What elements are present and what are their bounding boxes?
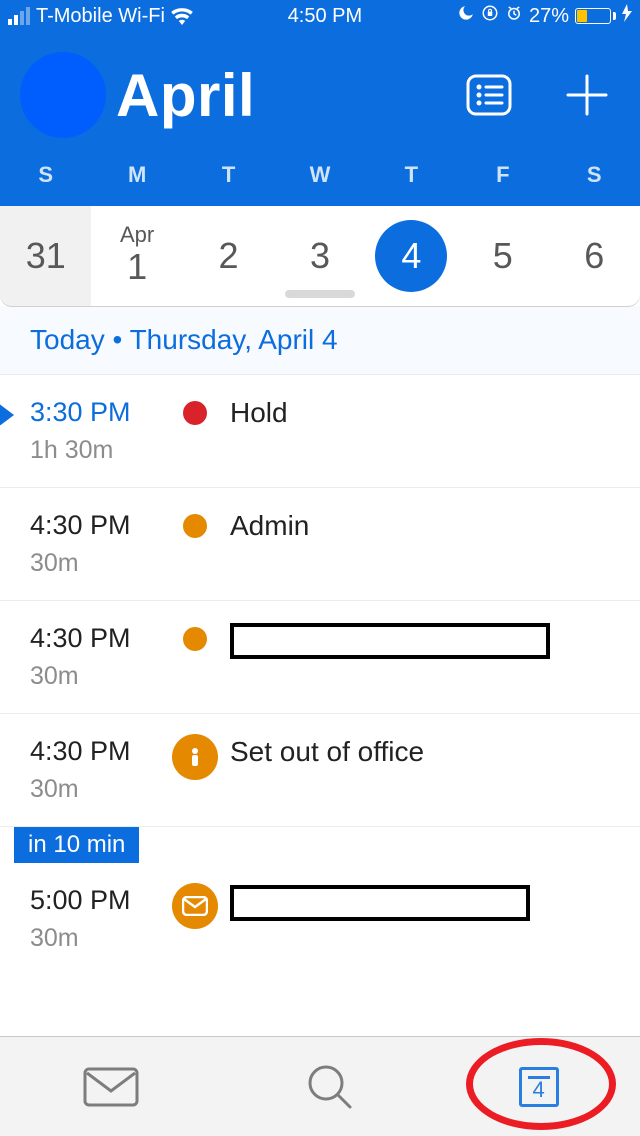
moon-icon (457, 4, 475, 28)
calendar-header: April S M T W T F S (0, 32, 640, 206)
lock-rotation-icon (481, 4, 499, 28)
weekday-label: W (274, 162, 365, 188)
event-duration: 30m (30, 662, 160, 691)
event-time: 4:30 PM (30, 623, 160, 654)
today-label: Today • Thursday, April 4 (0, 306, 640, 375)
event-time: 3:30 PM (30, 397, 160, 428)
info-badge-icon (172, 734, 218, 780)
date-cell[interactable]: 5 (457, 206, 548, 306)
date-cell[interactable]: 2 (183, 206, 274, 306)
now-indicator-icon (0, 403, 14, 427)
event-time: 4:30 PM (30, 736, 160, 767)
event-duration: 30m (30, 924, 160, 953)
weekday-row: S M T W T F S (0, 158, 640, 206)
redacted-box (230, 623, 550, 659)
redacted-box (230, 885, 530, 921)
event-row[interactable]: 5:00 PM 30m (0, 863, 640, 975)
tab-search[interactable] (304, 1061, 356, 1113)
month-title[interactable]: April (116, 61, 255, 130)
battery-icon (575, 8, 616, 24)
event-title: Hold (230, 397, 614, 429)
drag-handle-icon[interactable] (285, 290, 355, 298)
date-strip[interactable]: 31 Apr 1 2 3 4 5 6 (0, 206, 640, 306)
alarm-icon (505, 4, 523, 28)
wifi-icon (171, 7, 193, 25)
charging-icon (622, 4, 632, 28)
calendar-dot-icon (183, 627, 207, 651)
event-duration: 30m (30, 775, 160, 804)
mail-badge-icon (172, 883, 218, 929)
cellular-signal-icon (8, 7, 30, 25)
calendar-dot-icon (183, 514, 207, 538)
event-countdown-wrap: in 10 min (0, 827, 640, 863)
weekday-label: M (91, 162, 182, 188)
weekday-label: F (457, 162, 548, 188)
tab-bar: 4 (0, 1036, 640, 1136)
add-event-icon[interactable] (564, 72, 610, 118)
event-duration: 1h 30m (30, 436, 160, 465)
weekday-label: S (549, 162, 640, 188)
weekday-label: T (183, 162, 274, 188)
date-cell[interactable]: 31 (0, 206, 91, 306)
weekday-label: T (366, 162, 457, 188)
agenda-list-icon[interactable] (464, 70, 514, 120)
event-title: Set out of office (230, 736, 614, 768)
date-cell[interactable]: 6 (549, 206, 640, 306)
carrier-label: T-Mobile Wi-Fi (36, 5, 165, 28)
clock-label: 4:50 PM (199, 5, 451, 28)
date-cell[interactable]: Apr 1 (91, 206, 182, 306)
event-time: 4:30 PM (30, 510, 160, 541)
tab-calendar[interactable]: 4 (519, 1067, 559, 1107)
event-title (230, 623, 614, 666)
calendar-dot-icon (183, 401, 207, 425)
event-row[interactable]: 4:30 PM 30m Admin (0, 488, 640, 601)
event-title (230, 885, 614, 928)
event-list[interactable]: 3:30 PM 1h 30m Hold 4:30 PM 30m Admin 4:… (0, 375, 640, 975)
event-row[interactable]: 3:30 PM 1h 30m Hold (0, 375, 640, 488)
event-countdown: in 10 min (14, 827, 139, 863)
status-bar: T-Mobile Wi-Fi 4:50 PM 27% (0, 0, 640, 32)
event-duration: 30m (30, 549, 160, 578)
event-row[interactable]: 4:30 PM 30m Set out of office (0, 714, 640, 827)
tab-calendar-day: 4 (533, 1077, 545, 1103)
date-cell-selected[interactable]: 4 (366, 206, 457, 306)
event-title: Admin (230, 510, 614, 542)
weekday-label: S (0, 162, 91, 188)
event-time: 5:00 PM (30, 885, 160, 916)
avatar[interactable] (20, 52, 106, 138)
battery-percent-label: 27% (529, 5, 569, 28)
event-row[interactable]: 4:30 PM 30m (0, 601, 640, 714)
tab-mail[interactable] (81, 1065, 141, 1109)
